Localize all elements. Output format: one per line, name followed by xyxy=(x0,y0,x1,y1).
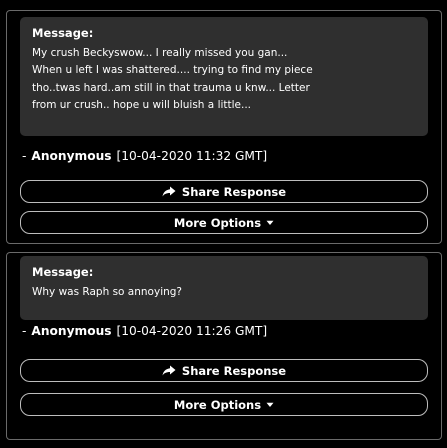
message-label: Message: xyxy=(32,265,94,279)
message-box: Message: My crush Beckyswow... I really … xyxy=(20,17,428,136)
share-arrow-icon xyxy=(162,186,176,197)
message-box: Message: Why was Raph so annoying? xyxy=(20,256,428,320)
more-options-button[interactable]: More Options xyxy=(20,211,428,234)
chevron-down-icon xyxy=(266,220,274,226)
responses-page: Message: My crush Beckyswow... I really … xyxy=(0,0,447,448)
share-arrow-icon xyxy=(162,365,176,376)
more-options-label: More Options xyxy=(173,215,262,230)
message-text-line: tho..twas hard..am still in that trauma … xyxy=(32,81,310,94)
share-response-label: Share Response xyxy=(181,184,287,199)
share-response-button[interactable]: Share Response xyxy=(20,180,428,203)
sender-dash: - xyxy=(22,324,27,338)
sender-name: Anonymous xyxy=(31,149,112,163)
sender-name: Anonymous xyxy=(31,324,112,338)
sender-dash: - xyxy=(22,149,27,163)
message-text-line: Why was Raph so annoying? xyxy=(32,286,182,298)
sender-line: - Anonymous [10-04-2020 11:26 GMT] xyxy=(22,323,267,339)
more-options-label: More Options xyxy=(173,397,262,412)
sender-timestamp: [10-04-2020 11:26 GMT] xyxy=(116,324,268,338)
share-response-button[interactable]: Share Response xyxy=(20,359,428,382)
message-label: Message: xyxy=(32,26,94,40)
sender-line: - Anonymous [10-04-2020 11:32 GMT] xyxy=(22,148,267,164)
more-options-button[interactable]: More Options xyxy=(20,393,428,416)
message-text-line: When u left I was shattered.... trying t… xyxy=(32,64,313,77)
chevron-down-icon xyxy=(266,402,274,408)
sender-timestamp: [10-04-2020 11:32 GMT] xyxy=(116,149,268,163)
message-text-line: from ur crush.. hope u will bluish a lit… xyxy=(32,99,252,112)
message-text-line: My crush Beckyswow... I really missed yo… xyxy=(32,47,288,59)
share-response-label: Share Response xyxy=(181,363,287,378)
